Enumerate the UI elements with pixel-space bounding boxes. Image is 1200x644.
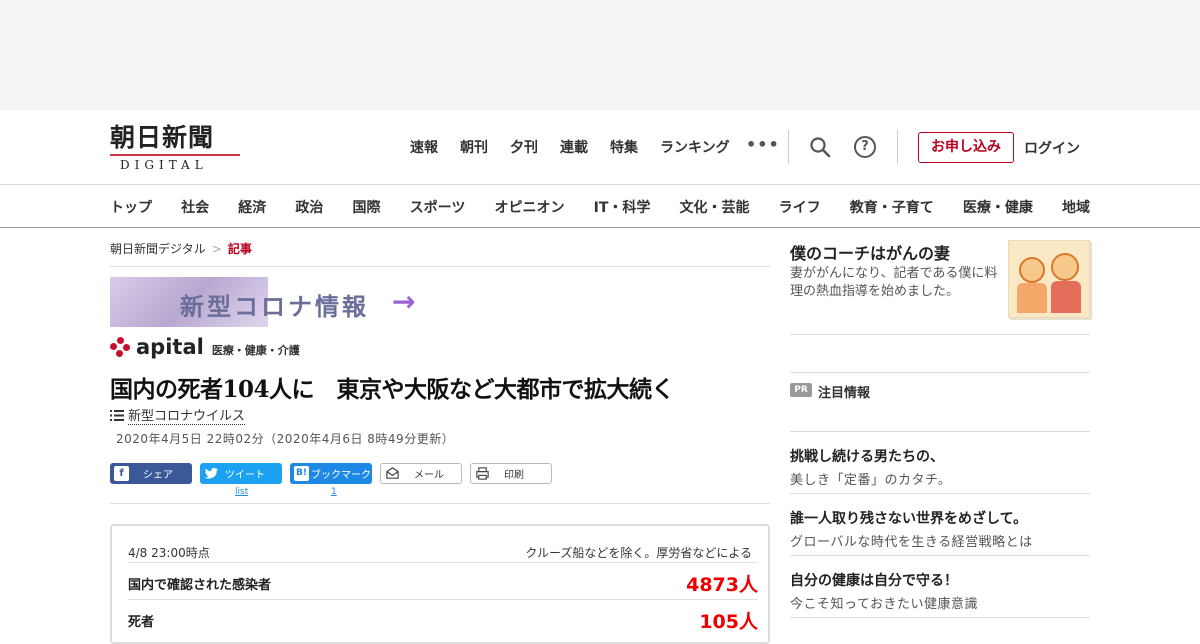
nav-yukan[interactable]: 夕刊 <box>510 137 538 157</box>
sidebar-promo-illustration[interactable] <box>1008 240 1090 318</box>
sidebar-promo-desc[interactable]: 妻ががんになり、記者である僕に料理の熱血指導を始めました。 <box>790 265 1005 301</box>
nav-tokushu[interactable]: 特集 <box>610 137 638 157</box>
topic-label: 新型コロナウイルス <box>128 405 246 425</box>
subscribe-button[interactable]: お申し込み <box>918 132 1014 163</box>
arrow-right-icon: → <box>392 285 416 318</box>
print-icon <box>476 467 489 480</box>
search-icon[interactable] <box>809 136 831 158</box>
print-button[interactable]: 印刷 <box>470 463 552 484</box>
breadcrumb-current: 記事 <box>227 242 252 256</box>
category-opinion[interactable]: オピニオン <box>494 197 564 217</box>
site-header: 朝日新聞 DIGITAL 速報 朝刊 夕刊 連載 特集 ランキング ••• ? … <box>0 110 1200 185</box>
nav-choukan[interactable]: 朝刊 <box>460 137 488 157</box>
top-ad-area <box>0 0 1200 110</box>
twitter-share-button[interactable]: ツイート <box>200 463 282 484</box>
divider <box>790 334 1090 335</box>
divider <box>790 372 1090 373</box>
nav-ranking[interactable]: ランキング <box>660 137 730 157</box>
nav-sokuho[interactable]: 速報 <box>410 137 438 157</box>
apital-dots-icon <box>110 337 132 357</box>
twitter-share-label: ツイート <box>225 470 265 481</box>
facebook-share-button[interactable]: f シェア <box>110 463 192 484</box>
mail-share-button[interactable]: メール <box>380 463 462 484</box>
nav-rensai[interactable]: 連載 <box>560 137 588 157</box>
article-date: 2020年4月5日 22時02分（2020年4月6日 8時49分更新） <box>116 432 455 446</box>
print-label: 印刷 <box>504 470 524 481</box>
breadcrumb-separator: > <box>211 242 222 256</box>
topic-tag[interactable]: 新型コロナウイルス <box>110 405 246 425</box>
divider <box>110 266 770 267</box>
bookmark-share-button[interactable]: B! ブックマーク <box>290 463 372 484</box>
mail-share-label: メール <box>414 470 444 481</box>
stats-label: 死者 <box>128 615 155 630</box>
apital-logo[interactable]: apital 医療・健康・介護 <box>110 335 300 359</box>
pr-item-title[interactable]: 誰一人取り残さない世界をめざして。 <box>790 508 1027 528</box>
pr-item-desc[interactable]: グローバルな時代を生きる経営戦略とは <box>790 531 1033 550</box>
twitter-count[interactable]: list <box>235 487 248 497</box>
pr-item-title[interactable]: 自分の健康は自分で守る！ <box>790 570 958 590</box>
category-health[interactable]: 医療・健康 <box>963 197 1033 217</box>
divider <box>110 503 770 504</box>
logo-main-text: 朝日新聞 <box>110 123 215 152</box>
list-icon <box>110 409 124 421</box>
category-top[interactable]: トップ <box>110 197 152 217</box>
category-life[interactable]: ライフ <box>779 197 821 217</box>
help-icon[interactable]: ? <box>854 136 876 158</box>
breadcrumb-home[interactable]: 朝日新聞デジタル <box>110 242 206 256</box>
divider <box>790 555 1090 556</box>
facebook-share-label: シェア <box>143 470 173 481</box>
breadcrumb: 朝日新聞デジタル > 記事 <box>110 240 252 257</box>
stats-as-of: 4/8 23:00時点 <box>128 546 210 560</box>
top-nav: 速報 朝刊 夕刊 連載 特集 ランキング <box>410 137 752 157</box>
category-nav: トップ 社会 経済 政治 国際 スポーツ オピニオン IT・科学 文化・芸能 ラ… <box>0 184 1200 228</box>
pr-section-title: 注目情報 <box>818 386 871 401</box>
apital-word: apital <box>136 335 204 359</box>
category-education[interactable]: 教育・子育て <box>850 197 934 217</box>
facebook-icon: f <box>114 466 129 481</box>
pr-item-title[interactable]: 挑戦し続ける男たちの、 <box>790 446 944 466</box>
category-economy[interactable]: 経済 <box>238 197 266 217</box>
sidebar-promo-title[interactable]: 僕のコーチはがんの妻 <box>790 240 950 264</box>
category-society[interactable]: 社会 <box>181 197 209 217</box>
corona-info-banner[interactable]: 新型コロナ情報 → <box>110 277 440 327</box>
hatena-bookmark-icon: B! <box>294 466 309 481</box>
category-sports[interactable]: スポーツ <box>410 197 466 217</box>
stats-row: 国内で確認された感染者 4873人 <box>128 562 758 600</box>
pr-badge: PR <box>790 383 812 397</box>
bookmark-share-label: ブックマーク <box>311 470 371 481</box>
mail-icon <box>386 467 399 479</box>
logo-underline <box>110 154 240 156</box>
pr-item-desc[interactable]: 今こそ知っておきたい健康意識 <box>790 593 978 612</box>
twitter-icon <box>204 467 219 479</box>
stats-label: 国内で確認された感染者 <box>128 578 272 593</box>
category-it-science[interactable]: IT・科学 <box>594 197 651 217</box>
site-logo[interactable]: 朝日新聞 DIGITAL <box>110 124 242 172</box>
category-politics[interactable]: 政治 <box>295 197 323 217</box>
divider <box>790 431 1090 432</box>
divider <box>790 493 1090 494</box>
header-divider <box>788 130 789 164</box>
article-title: 国内の死者104人に 東京や大阪など大都市で拡大続く <box>110 376 675 403</box>
pr-item-desc[interactable]: 美しき「定番」のカタチ。 <box>790 469 951 488</box>
banner-text: 新型コロナ情報 <box>180 293 369 321</box>
stats-note: クルーズ船などを除く。厚労省などによる <box>525 546 752 560</box>
stats-row: 死者 105人 <box>128 600 758 638</box>
logo-sub-text: DIGITAL <box>120 158 208 172</box>
apital-subtitle: 医療・健康・介護 <box>211 344 300 357</box>
infection-stats-box: 4/8 23:00時点 クルーズ船などを除く。厚労省などによる 国内で確認された… <box>110 524 770 644</box>
category-region[interactable]: 地域 <box>1062 197 1090 217</box>
header-divider <box>897 130 898 164</box>
category-international[interactable]: 国際 <box>353 197 381 217</box>
stats-value: 4873人 <box>686 574 758 596</box>
more-icon[interactable]: ••• <box>746 135 780 154</box>
divider <box>790 617 1090 618</box>
category-culture[interactable]: 文化・芸能 <box>680 197 750 217</box>
bookmark-count[interactable]: 1 <box>331 487 337 497</box>
login-link[interactable]: ログイン <box>1024 138 1080 158</box>
